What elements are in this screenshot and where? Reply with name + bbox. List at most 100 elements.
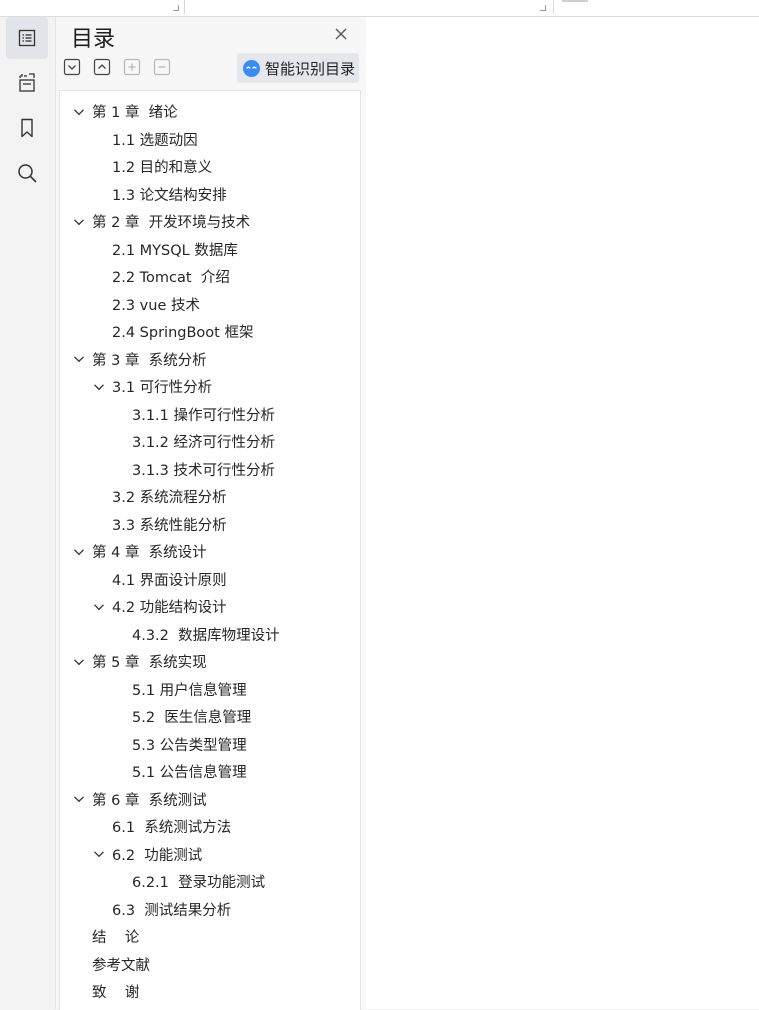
rail-selection-button[interactable] [6,62,48,104]
toc-item-level-2[interactable]: 4.3.2 数据库物理设计 [60,621,360,648]
plus-box-icon [123,58,141,76]
toc-item-level-1[interactable]: 3.2 系统流程分析 [60,483,360,510]
toc-item-level-1[interactable]: 1.3 论文结构安排 [60,181,360,208]
chevron-down-icon[interactable] [93,381,105,393]
smart-recognize-label: 智能识别目录 [265,59,356,78]
toc-outline-icon [18,29,36,47]
toc-item-level-0[interactable]: 第 5 章 系统实现 [60,648,360,675]
toc-item-label: 3.1.3 技术可行性分析 [132,462,276,479]
toc-item-level-1[interactable]: 1.1 选题动因 [60,126,360,153]
chevron-down-icon[interactable] [73,216,85,228]
toc-item-level-2[interactable]: 6.2.1 登录功能测试 [60,868,360,895]
toc-item-level-0[interactable]: 致 谢 [60,978,360,1005]
toc-item-label: 3.3 系统性能分析 [112,517,227,534]
toc-item-level-1[interactable]: 1.2 目的和意义 [60,153,360,180]
toc-tree: 第 1 章 绪论 1.1 选题动因 1.2 目的和意义 1.3 论文结构安排第 2 章… [59,90,361,1010]
toc-item-label: 第 6 章 系统测试 [92,792,207,809]
toc-item-label: 2.4 SpringBoot 框架 [112,325,254,341]
toc-item-level-0[interactable]: 第 1 章 绪论 [60,98,360,125]
top-strip-tab [562,0,588,2]
rail-search-button[interactable] [6,152,48,194]
resize-corner-icon[interactable] [540,5,546,11]
toc-item-level-0[interactable]: 第 4 章 系统设计 [60,538,360,565]
toc-item-label: 2.2 Tomcat 介绍 [112,270,230,286]
toc-item-label: 第 5 章 系统实现 [92,655,207,671]
toc-item-label: 3.1.2 经济可行性分析 [132,435,276,451]
toc-item-level-2[interactable]: 5.3 公告类型管理 [60,731,360,758]
toc-item-level-1[interactable]: 4.2 功能结构设计 [60,593,360,620]
chevron-up-box-icon [93,58,111,76]
chevron-down-icon[interactable] [73,656,85,668]
chevron-down-icon[interactable] [93,601,105,613]
resize-corner-icon[interactable] [173,5,179,11]
sidebar-rail [0,17,54,1009]
toc-item-level-1[interactable]: 6.2 功能测试 [60,841,360,868]
rail-bookmark-button[interactable] [6,107,48,149]
chevron-down-icon[interactable] [73,353,85,365]
toc-item-label: 致 谢 [92,985,140,1001]
toc-item-label: 6.3 测试结果分析 [112,902,232,919]
bookmark-icon [21,118,33,138]
smart-recognize-toc-button[interactable]: 智能识别目录 [237,53,359,83]
toc-item-label: 4.3.2 数据库物理设计 [132,627,280,644]
toc-item-level-1[interactable]: 2.2 Tomcat 介绍 [60,263,360,290]
toc-item-level-0[interactable]: 结 论 [60,923,360,950]
toc-item-level-1[interactable]: 2.4 SpringBoot 框架 [60,318,360,345]
toc-item-label: 3.1.1 操作可行性分析 [132,407,276,424]
toc-item-level-2[interactable]: 5.1 公告信息管理 [60,758,360,785]
toc-item-level-1[interactable]: 2.1 MYSQL 数据库 [60,236,360,263]
toc-item-level-1[interactable]: 6.3 测试结果分析 [60,896,360,923]
toc-item-label: 3.2 系统流程分析 [112,490,227,506]
top-strip-segment [185,0,554,14]
toc-item-level-2[interactable]: 3.1.2 经济可行性分析 [60,428,360,455]
toc-item-label: 1.3 论文结构安排 [112,187,227,204]
toc-item-level-1[interactable]: 2.3 vue 技术 [60,291,360,318]
toc-item-level-2[interactable]: 5.1 用户信息管理 [60,676,360,703]
toc-item-label: 4.2 功能结构设计 [112,600,227,616]
remove-heading-button[interactable] [153,58,171,76]
toc-item-level-1[interactable]: 3.3 系统性能分析 [60,511,360,538]
toc-item-level-0[interactable]: 第 2 章 开发环境与技术 [60,208,360,235]
toc-item-label: 1.2 目的和意义 [112,160,213,176]
toc-item-label: 第 1 章 绪论 [92,105,178,121]
toc-item-level-2[interactable]: 5.2 医生信息管理 [60,703,360,730]
toc-item-level-0[interactable]: 第 6 章 系统测试 [60,786,360,813]
toc-item-label: 1.1 选题动因 [112,132,198,149]
toc-item-level-2[interactable]: 3.1.1 操作可行性分析 [60,401,360,428]
toc-item-level-1[interactable]: 3.1 可行性分析 [60,373,360,400]
top-strip [0,0,759,17]
toc-item-level-0[interactable]: 第 3 章 系统分析 [60,346,360,373]
toc-item-label: 5.1 用户信息管理 [132,682,247,699]
toc-item-label: 5.3 公告类型管理 [132,737,247,754]
toc-item-level-2[interactable]: 3.1.3 技术可行性分析 [60,456,360,483]
chevron-down-icon[interactable] [73,106,85,118]
outline-panel: 目录 智能识别目录 第 1 章 绪论 1.1 选题动因 1.2 目的和意义 1.… [55,17,367,1010]
toc-item-level-1[interactable]: 4.1 界面设计原则 [60,566,360,593]
toc-item-level-1[interactable]: 6.1 系统测试方法 [60,813,360,840]
collapse-all-button[interactable] [93,58,111,76]
toc-item-label: 6.2 功能测试 [112,847,203,864]
top-strip-segment [0,0,185,14]
toc-item-label: 2.3 vue 技术 [112,297,200,314]
minus-box-icon [153,58,171,76]
toc-item-label: 2.1 MYSQL 数据库 [112,242,238,259]
toc-item-label: 参考文献 [92,957,150,974]
toc-item-label: 4.1 界面设计原则 [112,572,227,589]
toc-item-label: 3.1 可行性分析 [112,380,213,396]
close-icon [335,28,347,40]
toc-item-label: 第 2 章 开发环境与技术 [92,215,251,231]
chevron-down-icon[interactable] [93,848,105,860]
toc-item-label: 第 4 章 系统设计 [92,545,207,561]
toc-item-label: 结 论 [92,930,140,946]
toc-item-level-0[interactable]: 参考文献 [60,951,360,978]
search-icon [18,164,37,183]
rail-outline-button[interactable] [6,17,48,59]
panel-title: 目录 [71,27,116,52]
chevron-down-icon[interactable] [73,793,85,805]
toc-item-label: 6.1 系统测试方法 [112,820,232,836]
chevron-down-icon[interactable] [73,546,85,558]
toc-item-label: 5.2 医生信息管理 [132,710,252,726]
close-panel-button[interactable] [330,23,352,45]
add-heading-button[interactable] [123,58,141,76]
expand-all-button[interactable] [63,58,81,76]
